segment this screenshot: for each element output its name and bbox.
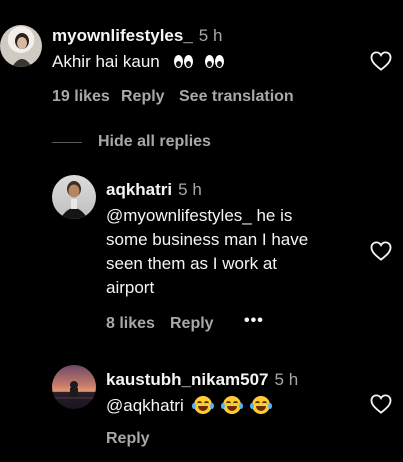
comment-time: 5 h	[198, 26, 223, 45]
avatar[interactable]	[52, 365, 96, 409]
reply-line: seen them as I work at	[106, 254, 278, 273]
reply-line: some business man I have	[106, 230, 309, 249]
eyes-emoji	[174, 55, 194, 69]
tears-of-joy-emoji	[249, 396, 272, 414]
like-heart-icon[interactable]	[370, 394, 392, 414]
hide-replies-button[interactable]: Hide all replies	[98, 133, 211, 151]
reply-likes[interactable]: 8 likes	[106, 315, 155, 333]
like-heart-icon[interactable]	[370, 51, 392, 71]
username-text[interactable]: kaustubh_nikam507	[106, 370, 269, 389]
reply-time: 5 h	[274, 370, 299, 389]
reply-line: @myownlifestyles_ he is	[106, 206, 293, 225]
reply-text: @myownlifestyles_ he is some business ma…	[106, 204, 356, 300]
comment-username[interactable]: myownlifestyles_ 5 h	[52, 26, 222, 46]
comment-body: Akhir hai kaun	[52, 52, 160, 71]
replies-divider	[52, 142, 82, 143]
reply-line: airport	[106, 278, 155, 297]
reply-button[interactable]: Reply	[106, 430, 150, 448]
reply-text: @aqkhatri	[106, 394, 272, 418]
eyes-emoji	[205, 55, 225, 69]
avatar[interactable]	[0, 25, 42, 67]
comment-likes[interactable]: 19 likes	[52, 88, 110, 106]
username-text[interactable]: myownlifestyles_	[52, 26, 193, 45]
tears-of-joy-emoji	[192, 396, 215, 414]
reply-username[interactable]: aqkhatri 5 h	[106, 180, 202, 200]
comment-text: Akhir hai kaun	[52, 50, 225, 74]
reply-button[interactable]: Reply	[121, 88, 165, 106]
reply-time: 5 h	[178, 180, 202, 199]
reply-button[interactable]: Reply	[170, 315, 214, 333]
tears-of-joy-emoji	[221, 396, 244, 414]
username-text[interactable]: aqkhatri	[106, 180, 172, 199]
reply-body: @aqkhatri	[106, 396, 184, 415]
more-options-icon[interactable]: •••	[244, 312, 264, 330]
avatar[interactable]	[52, 175, 96, 219]
like-heart-icon[interactable]	[370, 241, 392, 261]
reply-username[interactable]: kaustubh_nikam507 5 h	[106, 370, 298, 390]
see-translation-button[interactable]: See translation	[179, 88, 294, 106]
